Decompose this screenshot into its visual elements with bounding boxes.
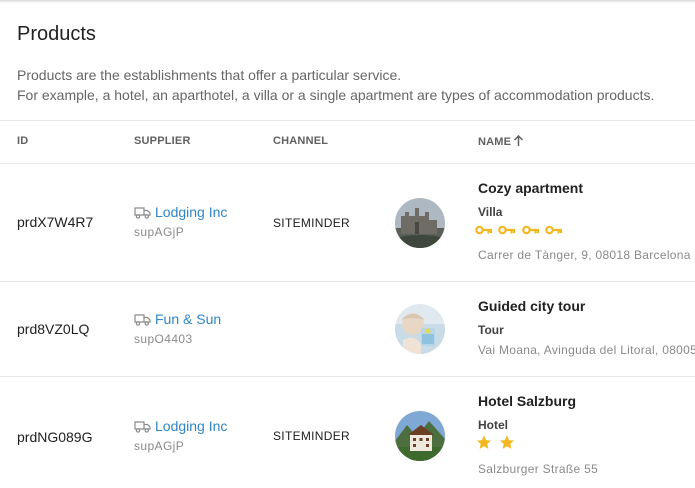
supplier-name: Lodging Inc	[155, 418, 228, 434]
product-thumbnail	[395, 198, 445, 248]
supplier-cell: Lodging Inc supAGjP	[134, 418, 227, 453]
product-name[interactable]: Guided city tour	[478, 298, 585, 314]
product-id: prd8VZ0LQ	[17, 321, 90, 337]
column-header-id[interactable]: ID	[17, 135, 28, 147]
truck-icon	[134, 314, 151, 326]
page-title: Products	[17, 23, 96, 45]
supplier-name: Lodging Inc	[155, 204, 228, 220]
supplier-link[interactable]: Fun & Sun	[134, 311, 221, 327]
product-address: Vai Moana, Avinguda del Litoral, 08005	[478, 343, 695, 357]
product-type: Villa	[478, 205, 503, 219]
star-icon	[500, 435, 515, 449]
key-rating	[475, 222, 564, 240]
product-address: Carrer de Tànger, 9, 08018 Barcelona (	[478, 248, 695, 262]
page-description: Products are the establishments that off…	[17, 65, 654, 105]
alpine-hotel-photo	[395, 411, 445, 461]
beach-drink-photo	[395, 304, 445, 354]
product-type: Hotel	[478, 418, 508, 432]
product-address: Salzburger Straße 55	[478, 462, 599, 476]
supplier-id: supAGjP	[134, 439, 185, 453]
header-top-divider	[0, 120, 695, 121]
description-line-1: Products are the establishments that off…	[17, 67, 402, 83]
truck-icon	[134, 207, 151, 219]
star-rating	[475, 434, 517, 456]
truck-icon	[134, 421, 151, 433]
top-shadow	[0, 0, 695, 3]
row-divider	[0, 376, 695, 377]
product-thumbnail	[395, 304, 445, 354]
product-thumbnail	[395, 411, 445, 461]
column-header-name-label: NAME	[478, 136, 512, 148]
supplier-cell: Fun & Sun supO4403	[134, 311, 221, 346]
channel-label: SITEMINDER	[273, 216, 351, 230]
product-name[interactable]: Cozy apartment	[478, 180, 583, 196]
key-icon	[498, 225, 516, 235]
sort-ascending-icon	[514, 135, 524, 146]
supplier-link[interactable]: Lodging Inc	[134, 418, 227, 434]
star-icon	[476, 435, 492, 449]
product-type: Tour	[478, 323, 504, 337]
key-icon	[522, 225, 540, 235]
supplier-link[interactable]: Lodging Inc	[134, 204, 227, 220]
header-bottom-divider	[0, 163, 695, 164]
product-name[interactable]: Hotel Salzburg	[478, 393, 576, 409]
channel-label: SITEMINDER	[273, 429, 351, 443]
description-line-2: For example, a hotel, an aparthotel, a v…	[17, 87, 655, 103]
supplier-id: supO4403	[134, 332, 193, 346]
column-header-name[interactable]: NAME	[478, 135, 524, 148]
key-icon	[545, 225, 563, 235]
supplier-cell: Lodging Inc supAGjP	[134, 204, 227, 239]
supplier-name: Fun & Sun	[155, 311, 222, 327]
product-id: prdNG089G	[17, 429, 93, 445]
supplier-id: supAGjP	[134, 225, 185, 239]
column-header-supplier[interactable]: SUPPLIER	[134, 135, 191, 147]
row-divider	[0, 281, 695, 282]
product-id: prdX7W4R7	[17, 214, 94, 230]
castle-photo	[395, 198, 445, 248]
column-header-channel[interactable]: CHANNEL	[273, 135, 328, 147]
key-icon	[475, 225, 493, 235]
